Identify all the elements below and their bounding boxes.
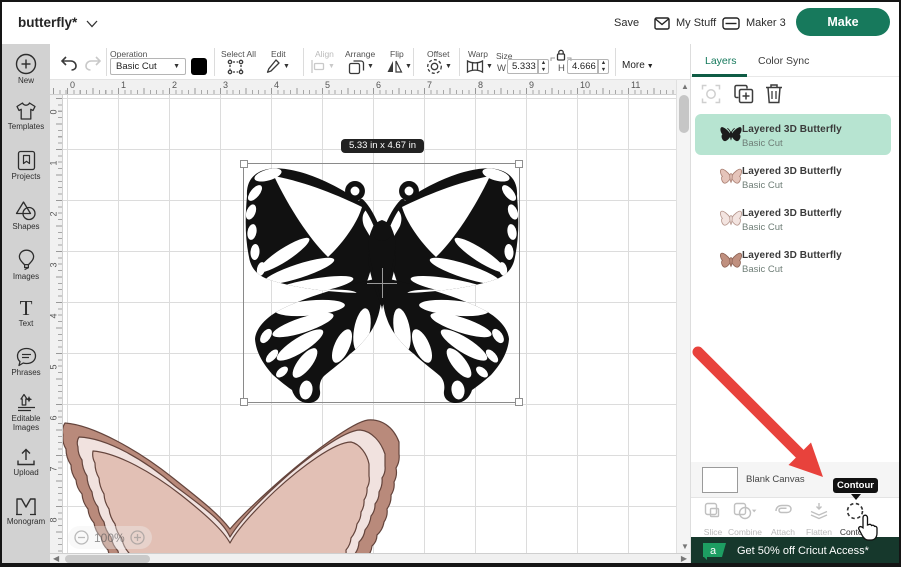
svg-text:T: T (20, 298, 33, 318)
svg-text:a: a (710, 545, 717, 557)
